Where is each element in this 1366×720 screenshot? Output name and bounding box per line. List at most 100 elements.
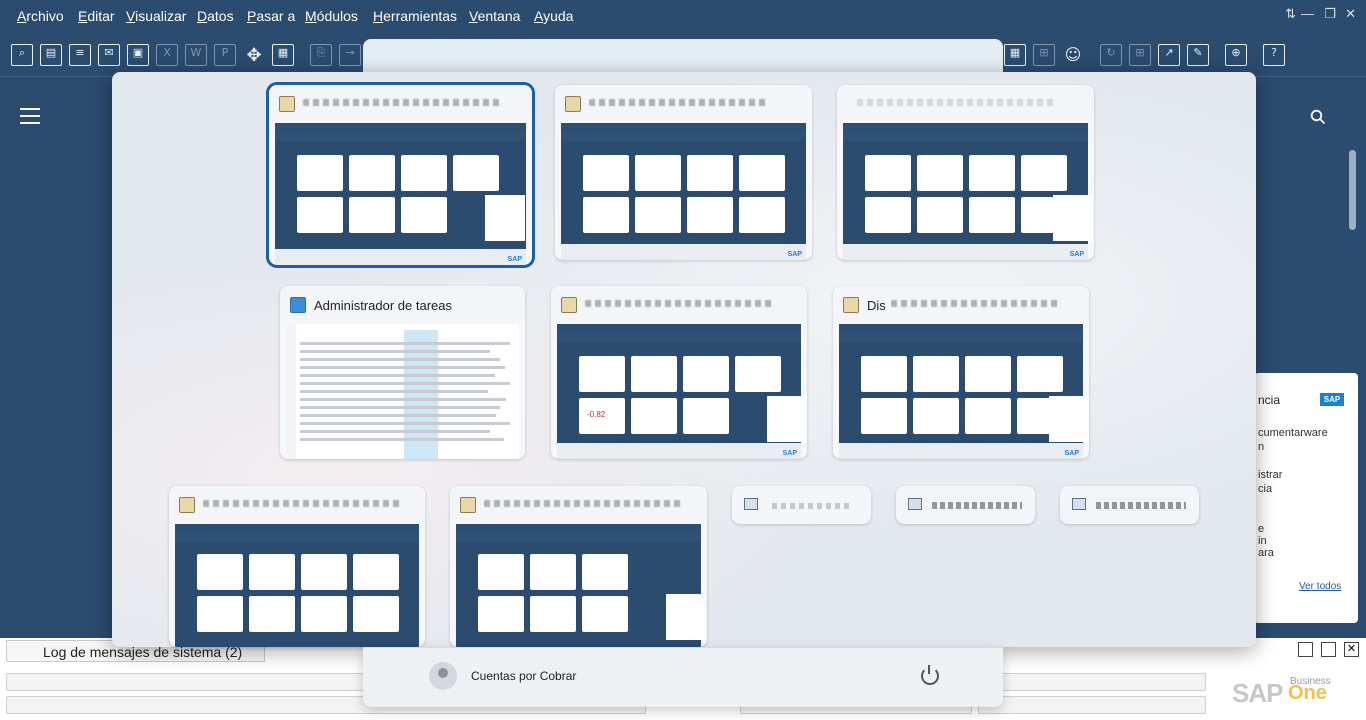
restore-layout-icon[interactable]: ⇅ xyxy=(1285,6,1296,22)
notification-line: in xyxy=(1258,535,1267,547)
close-icon[interactable]: ✕ xyxy=(1345,6,1356,22)
edit-icon[interactable]: ✎ xyxy=(1187,44,1209,66)
window-icon xyxy=(744,498,758,510)
user-name[interactable]: Cuentas por Cobrar xyxy=(471,669,576,683)
blurred-title xyxy=(932,502,1022,509)
window-preview xyxy=(175,524,419,647)
task-manager-icon xyxy=(290,297,306,313)
sap-logo: SAP xyxy=(1320,393,1344,406)
menu-ventana[interactable]: Ventana xyxy=(469,8,520,24)
sap-app-icon xyxy=(843,297,859,313)
notification-line: n xyxy=(1258,441,1265,453)
panel-restore-icon[interactable] xyxy=(1298,642,1313,657)
org-chart-icon[interactable]: ⊞ xyxy=(1033,44,1055,66)
hamburger-menu-icon[interactable] xyxy=(20,108,40,124)
pdf-icon[interactable]: P xyxy=(214,44,236,66)
menu-editar[interactable]: Editar xyxy=(78,8,115,24)
thumbnail-header xyxy=(450,486,707,522)
sap-app-icon xyxy=(279,96,295,112)
window-thumbnail[interactable]: SAP xyxy=(837,85,1094,260)
word-icon[interactable]: W xyxy=(185,44,207,66)
window-title: Dis xyxy=(867,298,886,313)
blurred-title xyxy=(891,300,1061,307)
search-preview-icon[interactable]: ⌕ xyxy=(11,44,33,66)
thumbnail-header xyxy=(269,85,532,121)
menu-visualizar[interactable]: Visualizar xyxy=(126,8,186,24)
scrollbar[interactable] xyxy=(1349,150,1356,230)
sap-logo-text: SAP xyxy=(1232,678,1283,708)
blurred-title xyxy=(484,500,684,507)
window-thumbnail[interactable] xyxy=(450,486,707,647)
window-thumbnail[interactable]: Dis SAP xyxy=(833,286,1089,459)
task-switcher: SAP SAP SAP Administrador de tareas -0.8… xyxy=(112,72,1256,647)
window-pill[interactable] xyxy=(896,486,1035,524)
widgets-icon[interactable]: ⊞ xyxy=(1129,44,1151,66)
move-icon[interactable]: ✥ xyxy=(243,44,265,66)
notification-line: istrar xyxy=(1258,469,1283,481)
window-thumbnail[interactable]: SAP xyxy=(555,85,812,260)
sync-icon[interactable]: ↻ xyxy=(1100,44,1122,66)
user-icon[interactable]: ☺ xyxy=(1062,44,1084,66)
menu-pasar-a[interactable]: Pasar a xyxy=(247,8,295,24)
export-icon[interactable]: → xyxy=(339,44,361,66)
sap-one-text: One xyxy=(1288,682,1327,704)
blurred-title xyxy=(1096,502,1186,509)
task-manager-thumbnail[interactable]: Administrador de tareas xyxy=(280,286,525,459)
menu-archivo[interactable]: Archivo xyxy=(17,8,64,24)
print-preview-icon[interactable]: ≡ xyxy=(69,44,91,66)
window-icon xyxy=(1072,498,1086,510)
window-thumbnail[interactable]: -0.82 SAP xyxy=(551,286,807,459)
thumbnail-header xyxy=(169,486,425,522)
maximize-icon[interactable]: ❐ xyxy=(1324,6,1336,22)
blurred-title xyxy=(772,503,852,509)
menu-ayuda[interactable]: Ayuda xyxy=(534,8,573,24)
copy-icon[interactable]: ⎘ xyxy=(310,44,332,66)
user-bar: Cuentas por Cobrar xyxy=(363,647,1003,707)
panel-maximize-icon[interactable] xyxy=(1321,642,1336,657)
window-preview xyxy=(456,524,706,647)
search-icon[interactable] xyxy=(1310,109,1326,125)
menu-bar: Archivo Editar Visualizar Datos Pasar a … xyxy=(0,0,1366,33)
web-icon[interactable]: ⊕ xyxy=(1225,44,1247,66)
blurred-title xyxy=(303,99,503,106)
help-icon[interactable]: ? xyxy=(1263,44,1285,66)
status-field xyxy=(978,696,1206,714)
email-icon[interactable]: ✉ xyxy=(98,44,120,66)
thumbnail-header: Administrador de tareas xyxy=(280,286,525,322)
blurred-title xyxy=(585,300,775,307)
menu-modulos[interactable]: Módulos xyxy=(305,8,358,24)
blurred-title xyxy=(589,99,769,106)
notification-card[interactable]: ncia SAP cumentarware n istrar cia e in … xyxy=(1254,373,1358,623)
avatar[interactable] xyxy=(429,662,457,690)
minimize-icon[interactable]: — xyxy=(1301,6,1314,21)
notification-line: cumentarware xyxy=(1258,427,1328,439)
thumbnail-header xyxy=(837,85,1094,121)
window-thumbnail[interactable] xyxy=(169,486,425,647)
panel-close-icon[interactable]: ✕ xyxy=(1344,642,1359,657)
sap-app-icon xyxy=(460,497,476,513)
sap-app-icon xyxy=(565,96,581,112)
see-all-link[interactable]: Ver todos xyxy=(1299,581,1341,592)
power-icon[interactable] xyxy=(921,665,939,685)
window-preview: -0.82 SAP xyxy=(557,324,807,459)
window-pill[interactable] xyxy=(732,486,871,524)
window-pill[interactable] xyxy=(1060,486,1199,524)
calculator-icon[interactable]: ▦ xyxy=(1004,44,1026,66)
notification-line: cia xyxy=(1258,483,1273,495)
window-thumbnail[interactable]: SAP xyxy=(269,85,532,265)
window-preview: SAP xyxy=(561,123,806,260)
print-icon[interactable]: ▤ xyxy=(40,44,62,66)
form-settings-icon[interactable]: ▦ xyxy=(272,44,294,66)
menu-herramientas[interactable]: Herramientas xyxy=(373,8,457,24)
task-manager-title: Administrador de tareas xyxy=(314,298,453,313)
blurred-title xyxy=(857,99,1057,106)
layout-icon[interactable]: ▣ xyxy=(127,44,149,66)
open-external-icon[interactable]: ↗ xyxy=(1158,44,1180,66)
excel-icon[interactable]: X xyxy=(156,44,178,66)
notification-line: e xyxy=(1258,523,1265,535)
notification-title: ncia xyxy=(1258,393,1281,407)
window-preview xyxy=(286,324,519,459)
menu-datos[interactable]: Datos xyxy=(197,8,234,24)
notification-line: ara xyxy=(1258,547,1274,559)
preview-kpi-value: -0.82 xyxy=(587,410,606,419)
